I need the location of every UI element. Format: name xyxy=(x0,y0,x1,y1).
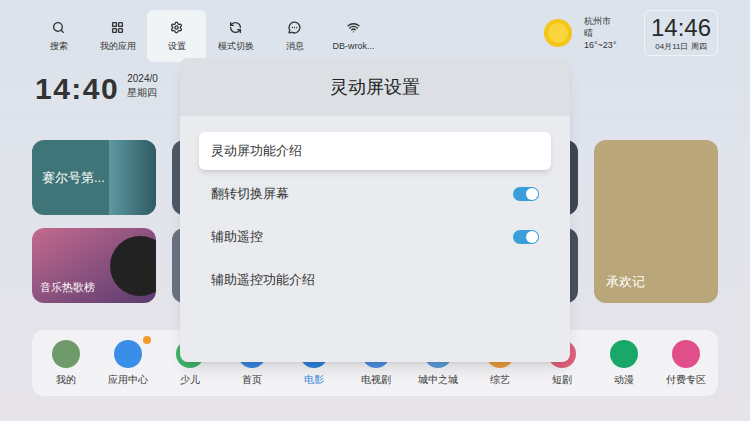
bottom-nav-item[interactable]: 动漫 xyxy=(593,340,655,386)
top-bar-item[interactable]: 模式切换 xyxy=(206,10,265,62)
dialog-body: 灵动屏功能介绍翻转切换屏幕辅助遥控辅助遥控功能介绍 xyxy=(180,116,570,299)
top-bar-item[interactable]: 消息 xyxy=(265,10,324,62)
settings-row[interactable]: 灵动屏功能介绍 xyxy=(199,132,551,170)
clock-box: 14:4604月11日 周四 xyxy=(644,10,718,56)
record-icon xyxy=(110,236,156,296)
content-card[interactable]: 音乐热歌榜 xyxy=(32,228,156,303)
top-bar-item[interactable]: 设置 xyxy=(147,10,206,62)
toggle-switch[interactable] xyxy=(513,230,539,244)
top-bar: 搜索我的应用设置模式切换消息DB-wrok... 杭州市晴16°~23°14:46… xyxy=(0,0,750,66)
bottom-nav-item[interactable]: 付费专区 xyxy=(655,340,717,386)
sun-icon xyxy=(540,15,576,51)
mode-switch-icon xyxy=(229,21,242,34)
bottom-nav-item[interactable]: 我的 xyxy=(35,340,97,386)
nav-icon xyxy=(610,340,638,368)
bottom-nav-item[interactable]: 应用中心 xyxy=(97,340,159,386)
content-card[interactable]: 赛尔号第... xyxy=(32,140,156,215)
wifi-icon xyxy=(347,21,360,34)
weather: 杭州市晴16°~23° xyxy=(584,15,636,51)
nav-icon xyxy=(114,340,142,368)
toggle-switch[interactable] xyxy=(513,187,539,201)
dialog-header: 灵动屏设置 xyxy=(180,58,570,116)
badge-dot xyxy=(143,336,151,344)
content-card[interactable]: 承欢记 xyxy=(594,140,718,303)
gear-icon xyxy=(170,21,183,34)
nav-icon xyxy=(672,340,700,368)
settings-row[interactable]: 翻转切换屏幕 xyxy=(199,175,551,213)
settings-row[interactable]: 辅助遥控 xyxy=(199,218,551,256)
top-bar-item[interactable]: DB-wrok... xyxy=(324,10,383,62)
search-icon xyxy=(52,21,65,34)
top-bar-item[interactable]: 我的应用 xyxy=(88,10,147,62)
message-icon xyxy=(288,21,301,34)
apps-icon xyxy=(111,21,124,34)
top-bar-item[interactable]: 搜索 xyxy=(29,10,88,62)
settings-dialog: 灵动屏设置灵动屏功能介绍翻转切换屏幕辅助遥控辅助遥控功能介绍 xyxy=(180,58,570,362)
nav-icon xyxy=(52,340,80,368)
tv-home-screen: 搜索我的应用设置模式切换消息DB-wrok... 杭州市晴16°~23°14:46… xyxy=(0,0,750,421)
settings-row[interactable]: 辅助遥控功能介绍 xyxy=(199,261,551,299)
